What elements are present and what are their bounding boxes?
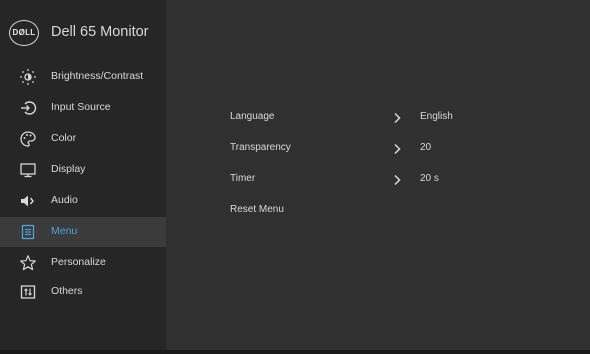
setting-label: Timer xyxy=(230,173,256,184)
sidebar-item-label: Menu xyxy=(51,225,78,237)
star-icon xyxy=(19,254,37,272)
setting-label: Reset Menu xyxy=(230,204,284,215)
bottom-edge xyxy=(0,350,590,354)
chevron-right-icon xyxy=(392,142,402,156)
setting-label: Language xyxy=(230,111,275,122)
dell-logo: DØLL xyxy=(9,20,39,46)
setting-row-timer[interactable]: Timer 20 s xyxy=(166,167,590,193)
sidebar-item-label: Audio xyxy=(51,194,78,206)
sidebar-item-audio[interactable]: Audio xyxy=(0,186,166,216)
menu-icon xyxy=(19,223,37,241)
sidebar-item-input-source[interactable]: Input Source xyxy=(0,93,166,123)
setting-value: 20 s xyxy=(420,173,439,184)
sidebar-item-label: Brightness/Contrast xyxy=(51,70,144,82)
menu-settings-panel: Language English Transparency 20 Timer 2… xyxy=(166,0,590,354)
setting-row-language[interactable]: Language English xyxy=(166,105,590,131)
input-source-icon xyxy=(19,99,37,117)
sidebar-item-display[interactable]: Display xyxy=(0,155,166,185)
setting-row-reset-menu[interactable]: Reset Menu xyxy=(166,198,590,224)
sidebar: DØLL Dell 65 Monitor Brightness/Contrast… xyxy=(0,0,166,354)
sidebar-item-personalize[interactable]: Personalize xyxy=(0,248,166,278)
display-icon xyxy=(19,161,37,179)
setting-value: English xyxy=(420,111,453,122)
sidebar-item-brightness-contrast[interactable]: Brightness/Contrast xyxy=(0,62,166,92)
monitor-model-title: Dell 65 Monitor xyxy=(51,24,149,40)
sidebar-item-label: Others xyxy=(51,285,83,297)
sidebar-item-label: Input Source xyxy=(51,101,111,113)
speaker-icon xyxy=(19,192,37,210)
color-palette-icon xyxy=(19,130,37,148)
chevron-right-icon xyxy=(392,111,402,125)
chevron-right-icon xyxy=(392,173,402,187)
monitor-osd: DØLL Dell 65 Monitor Brightness/Contrast… xyxy=(0,0,590,354)
sidebar-item-others[interactable]: Others xyxy=(0,277,166,307)
sidebar-item-menu[interactable]: Menu xyxy=(0,217,166,247)
setting-label: Transparency xyxy=(230,142,291,153)
brightness-icon xyxy=(19,68,37,86)
others-icon xyxy=(19,283,37,301)
osd-header: DØLL Dell 65 Monitor xyxy=(0,0,166,60)
setting-value: 20 xyxy=(420,142,432,153)
setting-row-transparency[interactable]: Transparency 20 xyxy=(166,136,590,162)
sidebar-item-color[interactable]: Color xyxy=(0,124,166,154)
sidebar-item-label: Display xyxy=(51,163,86,175)
sidebar-item-label: Color xyxy=(51,132,77,144)
sidebar-item-label: Personalize xyxy=(51,256,106,268)
